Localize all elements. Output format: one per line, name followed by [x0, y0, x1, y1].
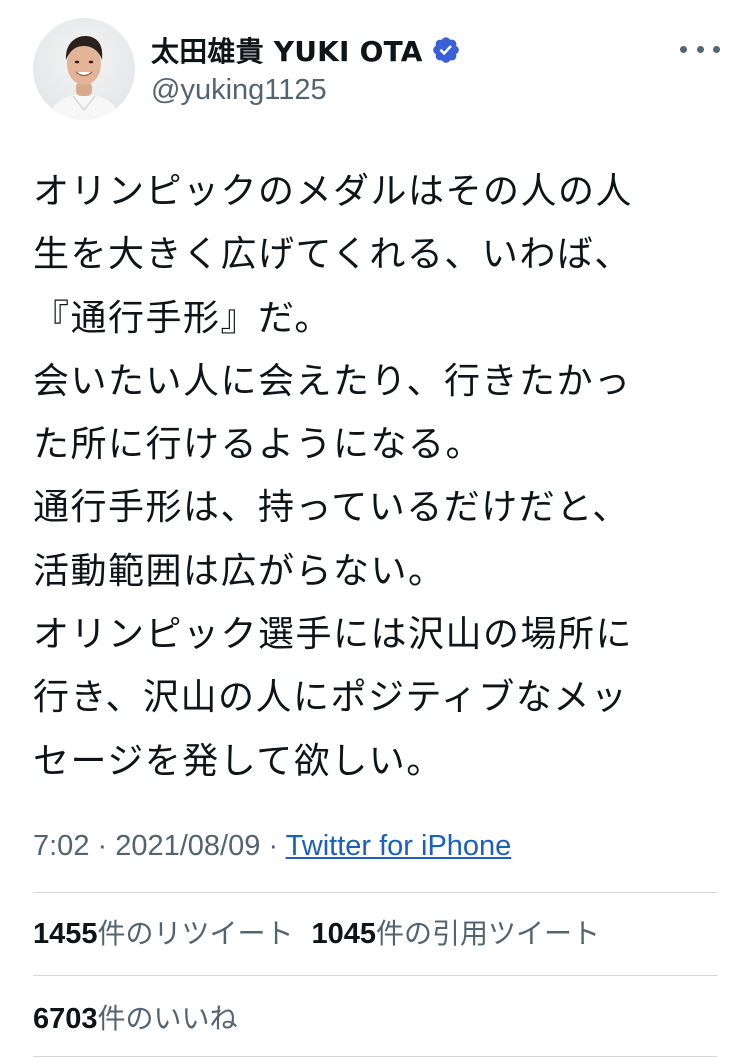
display-name-row: 太田雄貴 YUKI OTA	[151, 30, 461, 70]
verified-badge-icon	[431, 35, 461, 65]
tweet-line: オリンピックのメダルはその人の人	[33, 171, 634, 212]
retweets-count: 1455	[33, 918, 98, 950]
tweet-line: オリンピック選手には沢山の場所に	[33, 614, 634, 656]
meta-separator: ·	[89, 830, 116, 862]
quotes-count: 1045	[311, 918, 377, 950]
divider	[33, 975, 717, 976]
tweet-line: 会いたい人に会えたり、行きたかっ	[33, 360, 632, 402]
divider	[33, 892, 717, 893]
likes-count: 6703	[33, 1003, 98, 1035]
stats-row-likes: 6703件のいいね	[33, 997, 238, 1037]
meta-separator: ·	[260, 830, 286, 862]
quotes-label: 件の引用ツイート	[376, 917, 601, 950]
retweets-label: 件のリツイート	[97, 917, 294, 950]
tweet-time[interactable]: 7:02	[33, 830, 89, 862]
tweet-line: 『通行手形』だ。	[33, 297, 332, 339]
tweet-text: オリンピックのメダルはその人の人 生を大きく広げてくれる、いわば、 『通行手形』…	[33, 160, 723, 793]
avatar[interactable]	[33, 18, 135, 120]
author-names: 太田雄貴 YUKI OTA @yuking1125	[151, 30, 461, 107]
tweet-date[interactable]: 2021/08/09	[115, 830, 260, 862]
retweets-stat[interactable]: 1455件のリツイート	[33, 912, 294, 952]
tweet-line: セージを発して欲しい。	[33, 740, 444, 782]
likes-label: 件のいいね	[97, 1002, 238, 1035]
tweet-meta: 7:02 · 2021/08/09 · Twitter for iPhone	[33, 830, 511, 863]
display-name[interactable]: 太田雄貴 YUKI OTA	[151, 30, 423, 70]
profile-photo-icon	[47, 36, 121, 120]
tweet-source-link[interactable]: Twitter for iPhone	[286, 830, 512, 862]
likes-stat[interactable]: 6703件のいいね	[33, 997, 238, 1037]
tweet-header: 太田雄貴 YUKI OTA @yuking1125	[33, 18, 720, 123]
tweet-line: 活動範囲は広がらない。	[33, 550, 446, 592]
author-handle[interactable]: @yuking1125	[151, 74, 461, 107]
tweet-line: 行き、沢山の人にポジティブなメッ	[33, 677, 629, 719]
more-options-icon[interactable]	[680, 34, 720, 64]
stats-row-retweets: 1455件のリツイート 1045件の引用ツイート	[33, 912, 600, 952]
tweet-line: た所に行けるようになる。	[33, 424, 484, 466]
quotes-stat[interactable]: 1045件の引用ツイート	[312, 912, 601, 952]
tweet-line: 通行手形は、持っているだけだと、	[33, 487, 630, 529]
tweet-line: 生を大きく広げてくれる、いわば、	[33, 234, 632, 276]
